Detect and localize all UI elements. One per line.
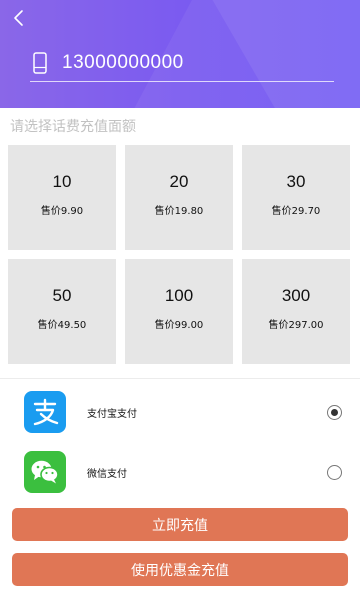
divider: [0, 378, 360, 379]
recharge-with-coupon-button[interactable]: 使用优惠金充值: [12, 553, 348, 586]
denomination-tile[interactable]: 100 售价99.00: [125, 259, 233, 364]
denomination-price: 售价29.70: [271, 206, 321, 217]
denomination-tile[interactable]: 300 售价297.00: [242, 259, 350, 364]
denomination-amount: 10: [52, 172, 72, 191]
alipay-icon: [24, 391, 66, 433]
mobile-phone-icon: [30, 49, 50, 77]
denomination-grid: 10 售价9.90 20 售价19.80 30 售价29.70 50 售价49.…: [8, 145, 352, 364]
denomination-price: 售价99.00: [154, 320, 204, 331]
payment-option-alipay[interactable]: 支付宝支付: [0, 387, 360, 437]
payment-label: 微信支付: [87, 468, 127, 480]
back-button[interactable]: [8, 6, 28, 30]
radio-button-selected[interactable]: [327, 404, 342, 420]
radio-dot: [331, 408, 338, 416]
denomination-tile[interactable]: 20 售价19.80: [125, 145, 233, 250]
denomination-amount: 100: [164, 286, 194, 305]
denomination-price: 售价19.80: [154, 206, 204, 217]
section-title: 请选择话费充值面额: [10, 119, 136, 135]
denomination-amount: 300: [281, 286, 311, 305]
denomination-tile[interactable]: 30 售价29.70: [242, 145, 350, 250]
denomination-amount: 50: [52, 286, 72, 305]
chevron-left-icon: [14, 10, 23, 26]
denomination-price: 售价49.50: [37, 320, 87, 331]
wechat-pay-icon: [24, 451, 66, 493]
payment-option-wechat[interactable]: 微信支付: [0, 447, 360, 497]
phone-number-input[interactable]: [62, 47, 334, 78]
denomination-amount: 30: [286, 172, 306, 191]
denomination-tile[interactable]: 10 售价9.90: [8, 145, 116, 250]
header: [0, 0, 360, 108]
payment-label: 支付宝支付: [87, 408, 137, 420]
denomination-tile[interactable]: 50 售价49.50: [8, 259, 116, 364]
phone-number-row: [30, 44, 334, 82]
denomination-price: 售价9.90: [40, 206, 84, 217]
denomination-amount: 20: [169, 172, 189, 191]
radio-button-unselected[interactable]: [327, 464, 342, 480]
denomination-price: 售价297.00: [268, 320, 324, 331]
recharge-now-button[interactable]: 立即充值: [12, 508, 348, 541]
